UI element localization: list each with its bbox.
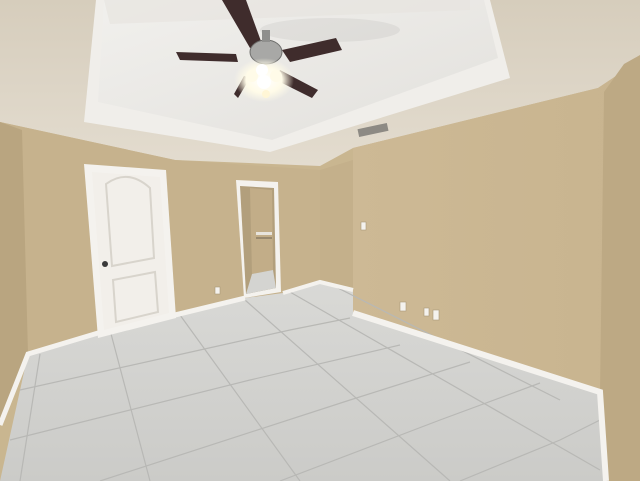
fan-downrod (262, 30, 270, 42)
right-wall-edge (600, 55, 640, 481)
fan-light-bulb (270, 70, 282, 82)
back-wall (320, 160, 353, 290)
fan-blade-shadow (260, 18, 400, 42)
outlet (432, 309, 440, 321)
fan-light-bulb (256, 64, 268, 76)
room-photo (0, 0, 640, 481)
door-knob (102, 261, 108, 267)
light-switch (360, 221, 367, 231)
outlet (399, 301, 407, 312)
fan-light-bulb (262, 90, 270, 98)
outlet (423, 307, 430, 317)
outlet (214, 286, 221, 295)
fan-light-bulb (257, 75, 271, 89)
closet-wall (250, 188, 273, 274)
closet-shelf (256, 232, 272, 235)
fan-light-bulb (246, 70, 258, 82)
